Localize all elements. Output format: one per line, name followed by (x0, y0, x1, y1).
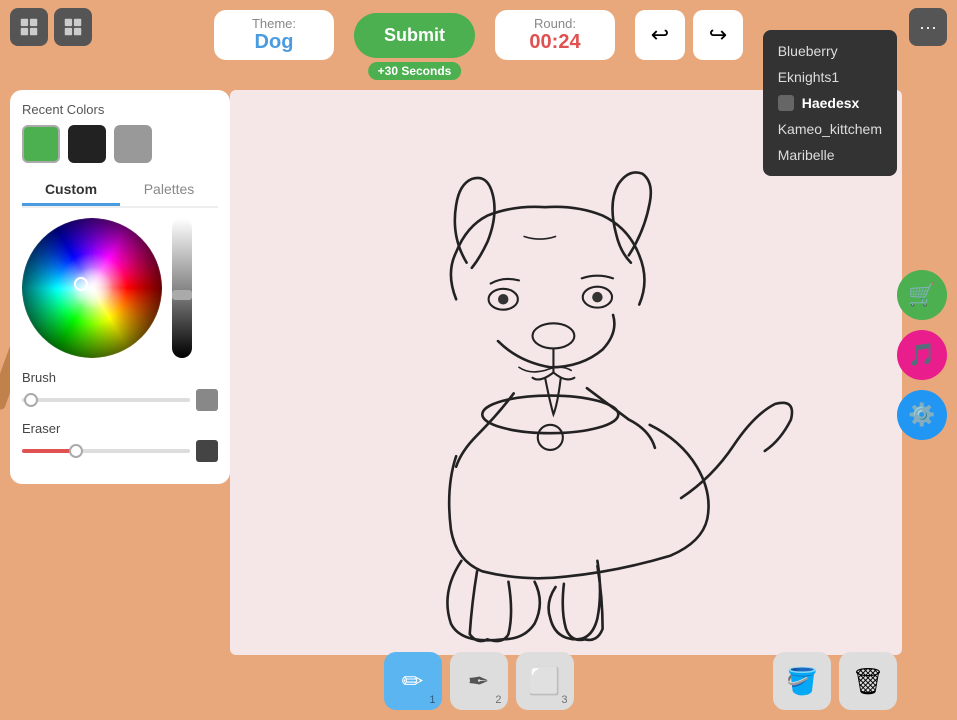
color-wheel[interactable] (22, 218, 162, 358)
brush-tool-icon: ✏ (402, 666, 424, 697)
eraser-row: Eraser (22, 421, 218, 462)
player-name: Maribelle (778, 147, 835, 163)
tab-custom[interactable]: Custom (22, 175, 120, 206)
undo-button[interactable]: ↩ (635, 10, 685, 60)
eraser-tool-icon: ⬜ (528, 666, 560, 697)
tab-palettes[interactable]: Palettes (120, 175, 218, 206)
pencil-tool-icon: ✒ (468, 666, 490, 697)
bottom-toolbar: ✏ 1 ✒ 2 ⬜ 3 (384, 652, 574, 710)
player-name: Blueberry (778, 43, 838, 59)
brush-tool-button[interactable]: ✏ 1 (384, 652, 442, 710)
theme-label: Theme: (234, 16, 314, 31)
pencil-tool-number: 2 (495, 694, 501, 706)
color-tabs: Custom Palettes (22, 175, 218, 208)
players-list: Blueberry Eknights1 Haedesx Kameo_kittch… (763, 30, 897, 176)
theme-value: Dog (234, 31, 314, 54)
left-panel: Recent Colors Custom Palettes Brush (10, 90, 230, 484)
player-item: Eknights1 (763, 64, 897, 90)
brightness-thumb[interactable] (172, 290, 192, 300)
round-label: Round: (515, 16, 595, 31)
player-name-active: Haedesx (802, 95, 860, 111)
eraser-tool-button[interactable]: ⬜ 3 (516, 652, 574, 710)
brush-row: Brush (22, 370, 218, 411)
fill-button[interactable]: 🪣 (773, 652, 831, 710)
music-icon-button[interactable]: 🎵 (897, 330, 947, 380)
theme-box: Theme: Dog (214, 10, 334, 60)
color-picker-area (22, 218, 218, 358)
right-side-icons: 🛒 🎵 ⚙️ (897, 270, 947, 440)
redo-button[interactable]: ↪ (693, 10, 743, 60)
pencil-tool-button[interactable]: ✒ 2 (450, 652, 508, 710)
round-box: Round: 00:24 (495, 10, 615, 60)
player-item: Kameo_kittchem (763, 116, 897, 142)
settings-icon-button[interactable]: ⚙️ (897, 390, 947, 440)
player-name: Kameo_kittchem (778, 121, 882, 137)
brush-slider-thumb[interactable] (24, 393, 38, 407)
brush-slider-track[interactable] (22, 398, 190, 402)
submit-button[interactable]: Submit +30 Seconds (354, 13, 475, 58)
swatch-black[interactable] (68, 125, 106, 163)
eraser-slider-track[interactable] (22, 449, 190, 453)
player-item-active: Haedesx (763, 90, 897, 116)
eraser-label: Eraser (22, 421, 218, 436)
eraser-size-icon (196, 440, 218, 462)
player-icon (778, 95, 794, 111)
delete-button[interactable]: 🗑 (839, 652, 897, 710)
player-name: Eknights1 (778, 69, 839, 85)
bottom-right-tools: 🪣 🗑 (773, 652, 897, 710)
player-item: Maribelle (763, 142, 897, 168)
color-swatches (22, 125, 218, 163)
brightness-track (172, 218, 192, 358)
round-value: 00:24 (515, 31, 595, 54)
swatch-green[interactable] (22, 125, 60, 163)
eraser-tool-number: 3 (561, 694, 567, 706)
recent-colors-label: Recent Colors (22, 102, 218, 117)
swatch-gray[interactable] (114, 125, 152, 163)
cart-icon-button[interactable]: 🛒 (897, 270, 947, 320)
brightness-slider[interactable] (172, 218, 192, 358)
brush-label: Brush (22, 370, 218, 385)
submit-bonus: +30 Seconds (368, 62, 462, 80)
brush-tool-number: 1 (429, 694, 435, 706)
undo-redo-group: ↩ ↪ (635, 10, 743, 60)
player-item: Blueberry (763, 38, 897, 64)
eraser-slider-thumb[interactable] (69, 444, 83, 458)
brush-size-icon (196, 389, 218, 411)
